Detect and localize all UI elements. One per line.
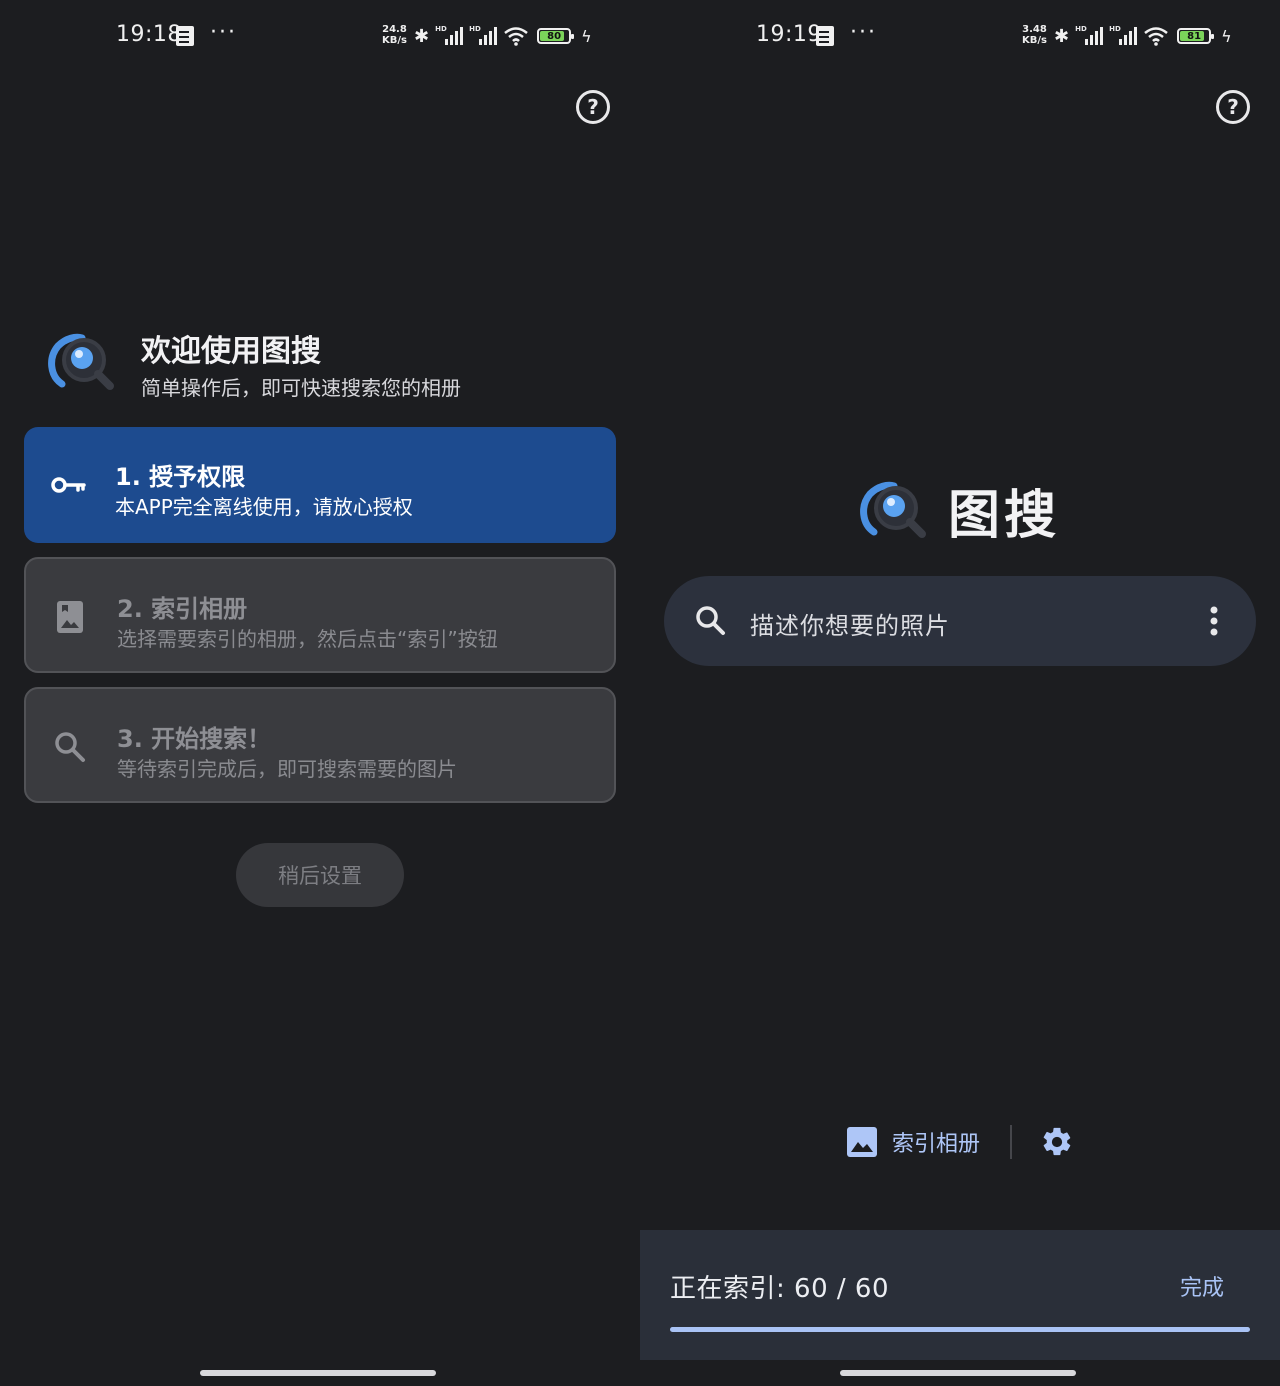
battery-icon: 81 <box>1177 28 1215 44</box>
set-later-button[interactable]: 稍后设置 <box>236 843 404 907</box>
step-title: 2. 索引相册 <box>117 595 248 623</box>
search-bar[interactable]: 描述你想要的照片 <box>664 576 1256 666</box>
bottom-actions: 索引相册 <box>846 1124 1074 1160</box>
app-name: 图搜 <box>948 485 1061 546</box>
step-start-search: 3. 开始搜索！ 等待索引完成后，即可搜索需要的图片 <box>24 687 616 803</box>
index-album-button[interactable]: 索引相册 <box>846 1126 980 1158</box>
notification-note-icon <box>176 26 194 46</box>
step-description: 本APP完全离线使用，请放心授权 <box>115 495 413 519</box>
step-title: 1. 授予权限 <box>115 463 246 491</box>
home-indicator[interactable] <box>840 1370 1076 1376</box>
divider <box>1010 1125 1013 1159</box>
more-notifications-icon: ··· <box>850 20 877 45</box>
step-description: 选择需要索引的相册，然后点击“索引”按钮 <box>117 627 498 651</box>
step-index-album: 2. 索引相册 选择需要索引的相册，然后点击“索引”按钮 <box>24 557 616 673</box>
done-button[interactable]: 完成 <box>1180 1270 1224 1302</box>
indexing-progress-bar <box>670 1327 1250 1332</box>
network-speed: 24.8 KB/s <box>382 24 407 46</box>
more-vert-icon[interactable] <box>1210 606 1218 636</box>
app-logo-icon <box>48 333 114 390</box>
signal-icon: HD <box>1075 25 1104 45</box>
wifi-icon <box>504 27 528 46</box>
bluetooth-icon: ✱ <box>1054 25 1070 47</box>
signal-icon: HD <box>1109 25 1138 45</box>
status-time: 19:18 <box>116 22 182 47</box>
key-icon <box>51 477 86 493</box>
bluetooth-icon: ✱ <box>414 25 430 47</box>
welcome-subtitle: 简单操作后，即可快速搜索您的相册 <box>141 376 461 400</box>
app-logo-icon <box>860 481 926 538</box>
battery-icon: 80 <box>537 28 575 44</box>
photo-album-icon <box>57 601 83 633</box>
image-icon <box>847 1127 877 1157</box>
search-screen: 19:19 ··· 3.48 KB/s ✱ HD HD 81 ϟ ? 图搜 描述… <box>640 0 1280 1386</box>
home-indicator[interactable] <box>200 1370 436 1376</box>
indexing-snackbar: 正在索引: 60 / 60 完成 <box>640 1230 1280 1360</box>
search-icon <box>696 606 725 635</box>
index-album-label: 索引相册 <box>892 1132 981 1157</box>
step-title: 3. 开始搜索！ <box>117 725 272 753</box>
charging-icon: ϟ <box>581 26 592 46</box>
welcome-screen: 19:18 ··· 24.8 KB/s ✱ HD HD 80 ϟ ? 欢迎使用图搜… <box>0 0 640 1386</box>
indexing-status: 正在索引: 60 / 60 <box>670 1274 889 1304</box>
signal-icon: HD <box>469 25 498 45</box>
progress-fill <box>670 1327 1250 1332</box>
help-icon[interactable]: ? <box>1216 90 1250 124</box>
search-input[interactable]: 描述你想要的照片 <box>750 606 950 641</box>
signal-icon: HD <box>435 25 464 45</box>
wifi-icon <box>1144 27 1168 46</box>
status-time: 19:19 <box>756 22 822 47</box>
status-bar: 19:18 ··· 24.8 KB/s ✱ HD HD 80 ϟ <box>0 18 640 56</box>
network-speed: 3.48 KB/s <box>1022 24 1047 46</box>
step-grant-permission[interactable]: 1. 授予权限 本APP完全离线使用，请放心授权 <box>24 427 616 543</box>
welcome-title: 欢迎使用图搜 <box>141 334 321 369</box>
charging-icon: ϟ <box>1221 26 1232 46</box>
help-icon[interactable]: ? <box>576 90 610 124</box>
notification-note-icon <box>816 26 834 46</box>
search-icon <box>55 732 85 762</box>
settings-gear-icon[interactable] <box>1040 1125 1074 1159</box>
app-brand: 图搜 <box>860 478 1060 546</box>
status-bar: 19:19 ··· 3.48 KB/s ✱ HD HD 81 ϟ <box>640 18 1280 56</box>
more-notifications-icon: ··· <box>210 20 237 45</box>
step-description: 等待索引完成后，即可搜索需要的图片 <box>117 757 457 781</box>
